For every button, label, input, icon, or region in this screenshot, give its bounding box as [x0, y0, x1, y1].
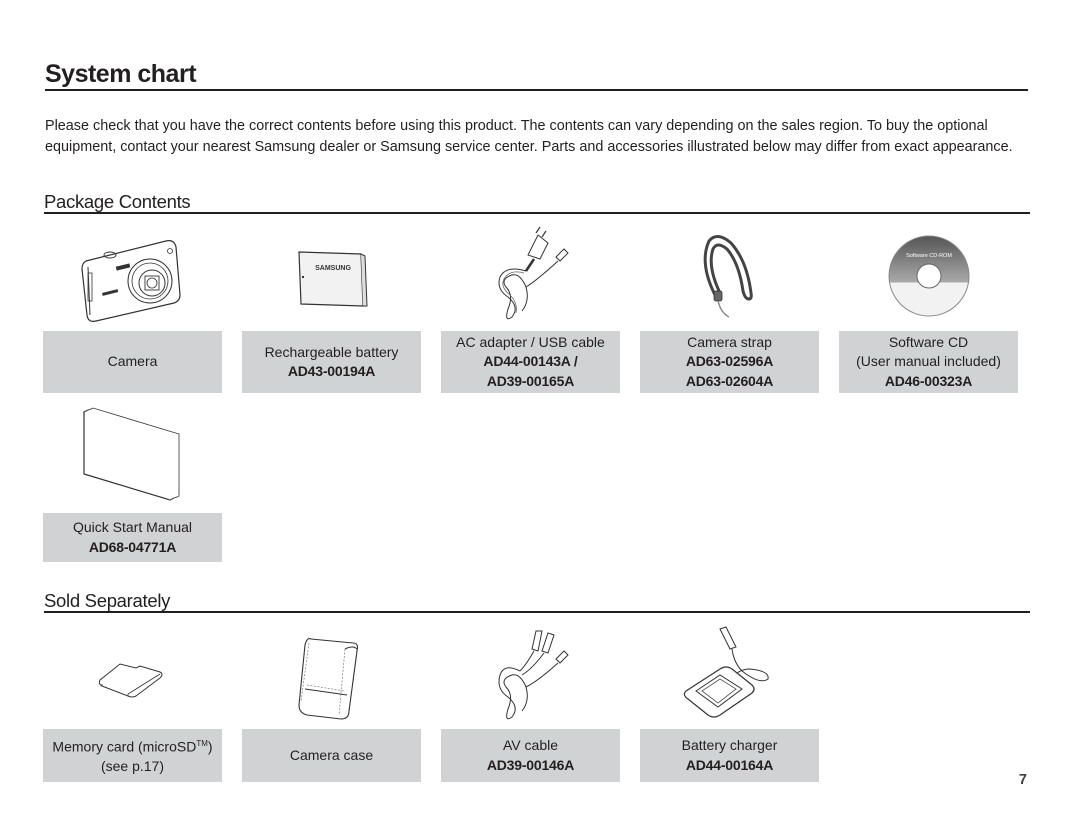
ac-adapter-illustration — [441, 225, 620, 320]
item-code: AD39-00165A — [486, 372, 575, 389]
item-code: AD63-02596A — [685, 353, 774, 370]
battery-icon: SAMSUNG — [297, 250, 368, 307]
intro-paragraph: Please check that you have the correct c… — [45, 118, 1013, 155]
battery-charger-icon — [683, 626, 769, 718]
software-cd-icon: Software CD-ROM — [888, 235, 969, 316]
trademark-symbol: TM — [196, 739, 208, 749]
item-code: AD44-00143A / — [483, 353, 578, 370]
item-code: AD43-00194A — [287, 363, 376, 379]
item-name: Software CD — [888, 333, 969, 350]
item-name: Battery charger — [681, 737, 778, 753]
item-name: AC adapter / USB cable — [456, 333, 605, 350]
item-name: AV cable — [503, 737, 558, 753]
camera-icon — [80, 239, 181, 322]
item-label-battery-charger: Battery charger AD44-00164A — [640, 729, 819, 782]
item-label-ac-adapter: AC adapter / USB cable AD44-00143A / AD3… — [441, 331, 620, 393]
cd-label: Software CD-ROM — [906, 253, 952, 259]
memory-card-illustration — [43, 630, 222, 725]
item-label-software-cd: Software CD (User manual included) AD46-… — [839, 331, 1018, 393]
item-name: Quick Start Manual — [72, 519, 193, 535]
item-code: AD63-02604A — [685, 372, 774, 389]
item-label-camera: Camera — [43, 331, 222, 393]
software-cd-illustration: Software CD-ROM — [839, 228, 1018, 323]
section-underline — [44, 212, 1030, 214]
item-name: Memory card (microSDTM) — [52, 734, 212, 757]
item-code: AD68-04771A — [88, 538, 177, 555]
section-heading-package-contents: Package Contents — [44, 191, 191, 212]
item-name-text: Memory card (microSD — [52, 738, 197, 755]
av-cable-icon — [498, 630, 569, 720]
item-code: AD39-00146A — [486, 756, 575, 773]
item-code: AD46-00323A — [884, 372, 973, 389]
title-underline — [45, 89, 1028, 91]
quick-start-manual-illustration — [43, 407, 222, 503]
ac-adapter-usb-cable-icon — [498, 226, 569, 320]
page-number: 7 — [1018, 772, 1027, 788]
item-name: Rechargeable battery — [264, 343, 399, 360]
item-name: Camera case — [289, 746, 374, 763]
item-name-suffix: ) — [207, 738, 213, 755]
section-underline — [44, 611, 1030, 613]
item-subtitle: (see p.17) — [100, 758, 165, 775]
page-title: System chart — [45, 60, 197, 88]
camera-strap-icon — [703, 234, 753, 318]
memory-card-icon — [98, 662, 162, 697]
av-cable-illustration — [441, 625, 620, 720]
battery-charger-illustration — [640, 625, 819, 720]
camera-case-illustration — [242, 630, 421, 725]
battery-illustration: SAMSUNG — [242, 230, 421, 325]
item-code: AD44-00164A — [685, 756, 774, 773]
item-label-camera-case: Camera case — [242, 729, 421, 782]
section-heading-sold-separately: Sold Separately — [44, 590, 171, 611]
item-name: Camera strap — [687, 333, 772, 350]
item-label-battery: Rechargeable battery AD43-00194A — [242, 331, 421, 393]
camera-case-icon — [297, 638, 358, 720]
item-label-quick-start-manual: Quick Start Manual AD68-04771A — [43, 513, 222, 562]
item-label-memory-card: Memory card (microSDTM) (see p.17) — [43, 729, 222, 782]
item-name: Camera — [107, 353, 158, 370]
item-label-av-cable: AV cable AD39-00146A — [441, 729, 620, 782]
camera-strap-illustration — [640, 230, 819, 325]
item-label-camera-strap: Camera strap AD63-02596A AD63-02604A — [640, 331, 819, 393]
battery-brand-label: SAMSUNG — [315, 265, 351, 272]
quick-start-manual-icon — [82, 407, 179, 501]
camera-illustration — [43, 230, 222, 325]
item-subtitle: (User manual included) — [856, 353, 1001, 370]
